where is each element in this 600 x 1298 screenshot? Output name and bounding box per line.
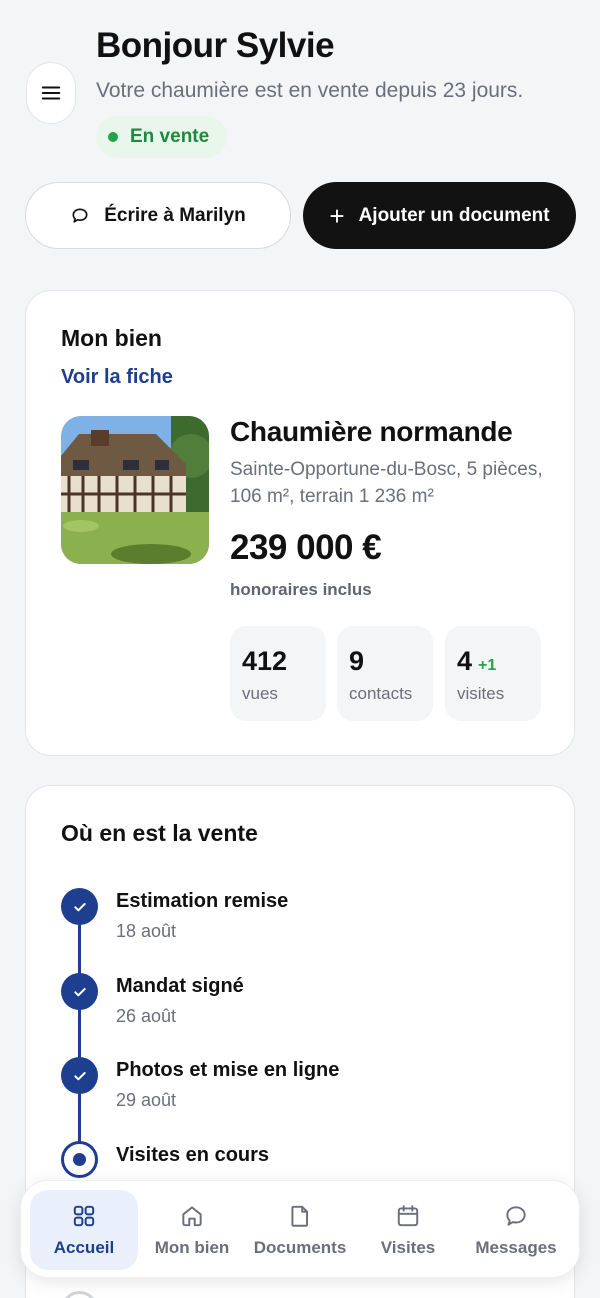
stat-visits-value-wrap: 4 +1: [457, 646, 496, 677]
check-icon: [73, 902, 86, 911]
stat-contacts: 9 contacts: [337, 626, 433, 721]
stat-contacts-label: contacts: [349, 684, 413, 703]
property-card: Mon bien Voir la fiche Chaumière normand…: [25, 290, 575, 756]
write-message-label: Écrire à Marilyn: [104, 204, 246, 226]
page-title: Bonjour Sylvie: [96, 26, 335, 65]
tab-visites[interactable]: Visites: [354, 1190, 462, 1270]
plus-icon: +: [329, 200, 345, 231]
document-icon: [291, 1205, 309, 1227]
stat-visits-label: visites: [457, 684, 505, 703]
stat-visits-value: 4: [457, 646, 473, 676]
tab-mon-bien[interactable]: Mon bien: [138, 1190, 246, 1270]
step-done-icon: [61, 973, 98, 1010]
property-photo[interactable]: [61, 416, 209, 564]
tab-documents-label: Documents: [253, 1238, 347, 1257]
progress-section-title: Où en est la vente: [61, 820, 258, 846]
hamburger-icon: [41, 86, 61, 100]
tab-documents[interactable]: Documents: [246, 1190, 354, 1270]
chat-bubble-icon: [72, 208, 88, 223]
tab-accueil-label: Accueil: [53, 1238, 115, 1257]
step-label: Visites en cours: [116, 1144, 270, 1166]
calendar-icon: [397, 1205, 419, 1227]
timeline-line: [78, 906, 81, 1162]
tab-messages[interactable]: Messages: [462, 1190, 570, 1270]
tab-accueil[interactable]: Accueil: [30, 1190, 138, 1270]
home-icon: [182, 1206, 202, 1227]
property-price: 239 000 €: [230, 528, 382, 567]
add-document-label: Ajouter un document: [358, 204, 550, 226]
current-dot-icon: [73, 1153, 86, 1166]
page-subtitle: Votre chaumière est en vente depuis 23 j…: [96, 79, 524, 102]
status-badge: En vente: [96, 116, 228, 158]
tab-messages-label: Messages: [475, 1238, 557, 1257]
stat-visits-delta: +1: [478, 657, 497, 674]
check-icon: [73, 1071, 86, 1080]
step-date: 18 août: [116, 921, 177, 941]
step-label: Estimation remise: [116, 890, 289, 912]
stat-views: 412 vues: [230, 626, 326, 721]
add-document-button[interactable]: + Ajouter un document: [303, 182, 576, 249]
tab-visites-label: Visites: [380, 1238, 436, 1257]
write-message-button[interactable]: Écrire à Marilyn: [25, 182, 291, 249]
stat-contacts-value: 9: [349, 646, 365, 676]
grid-icon: [73, 1205, 95, 1227]
check-icon: [73, 987, 86, 996]
property-name: Chaumière normande: [230, 416, 513, 447]
status-dot-icon: [108, 132, 118, 142]
step-date: 26 août: [116, 1006, 177, 1026]
property-description: Sainte-Opportune-du-Bosc, 5 pièces, 106 …: [230, 459, 543, 507]
step-pending-icon: [61, 1291, 98, 1298]
stat-views-value: 412: [242, 646, 288, 676]
bottom-tab-bar: Accueil Mon bien Documents Visites Messa…: [20, 1180, 580, 1278]
step-label: Photos et mise en ligne: [116, 1059, 340, 1081]
stat-views-label: vues: [242, 684, 278, 703]
step-label: Mandat signé: [116, 975, 244, 997]
step-done-icon: [61, 1057, 98, 1094]
property-photo-image: [61, 416, 209, 564]
menu-button[interactable]: [26, 62, 76, 124]
step-current-icon: [61, 1141, 98, 1178]
view-listing-link[interactable]: Voir la fiche: [61, 366, 173, 389]
chat-icon: [506, 1206, 526, 1226]
tab-mon-bien-label: Mon bien: [154, 1238, 230, 1257]
stat-visits: 4 +1 visites: [445, 626, 541, 721]
step-done-icon: [61, 888, 98, 925]
property-fee-note: honoraires inclus: [230, 580, 372, 599]
status-label: En vente: [130, 126, 210, 147]
step-date: 29 août: [116, 1090, 177, 1110]
property-section-title: Mon bien: [61, 325, 162, 351]
